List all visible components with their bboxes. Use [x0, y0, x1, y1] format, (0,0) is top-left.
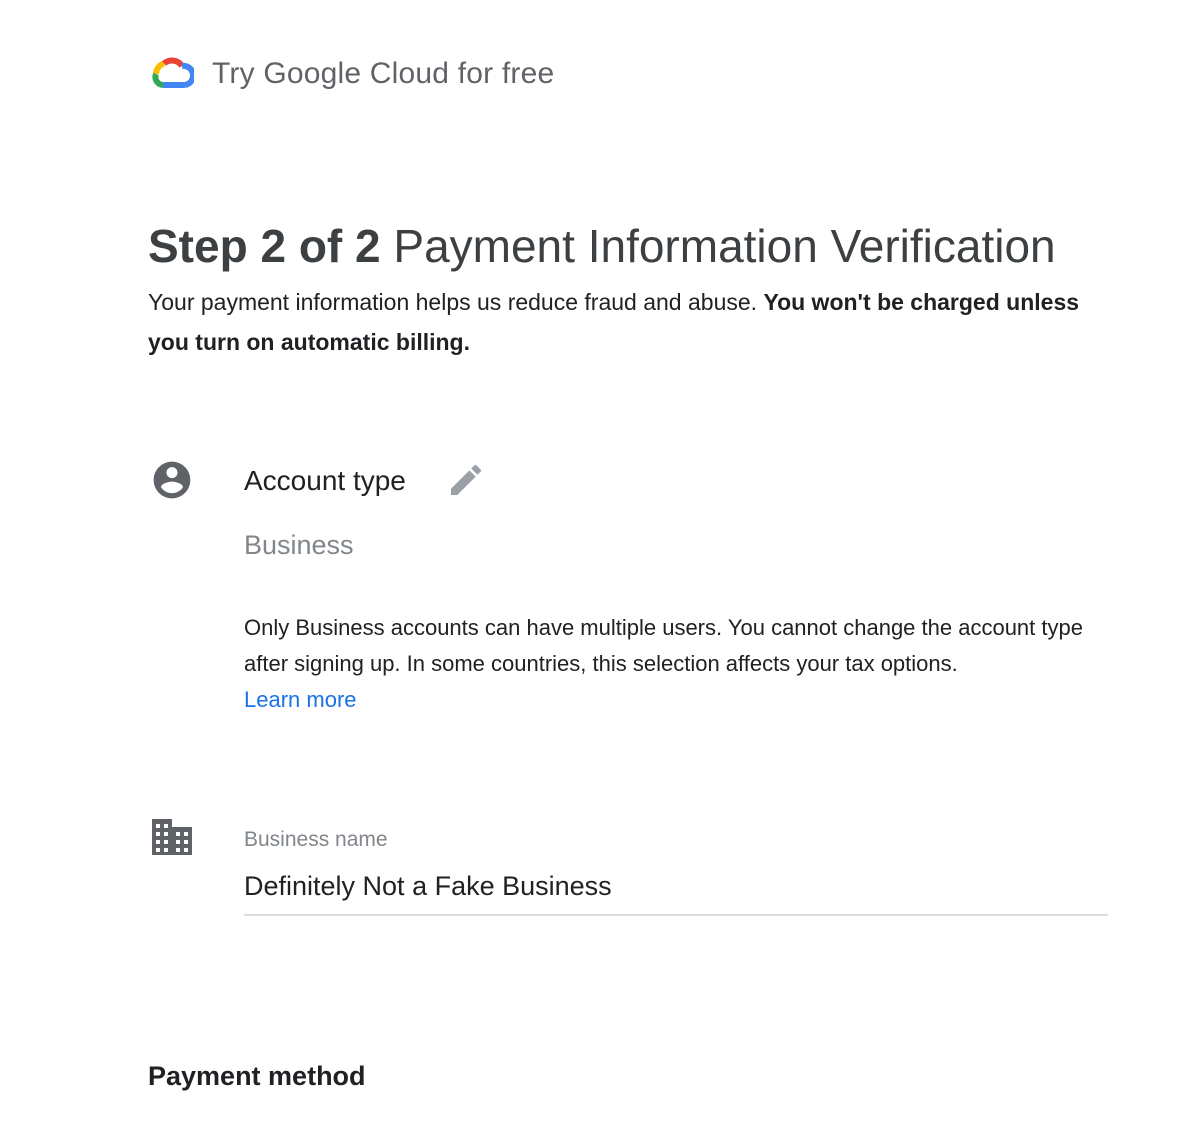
pencil-icon[interactable]: [446, 460, 486, 500]
google-cloud-logo-icon: [152, 57, 194, 88]
business-name-field: Business name: [244, 826, 1108, 916]
step-heading: Step 2 of 2 Payment Information Verifica…: [148, 218, 1056, 274]
building-icon: [152, 819, 192, 855]
payment-method-heading: Payment method: [148, 1061, 366, 1091]
account-type-description-text: Only Business accounts can have multiple…: [244, 615, 1083, 676]
signup-page: Try Google Cloud for free Step 2 of 2 Pa…: [0, 0, 1184, 1126]
account-type-title: Account type: [244, 465, 406, 496]
business-name-underline: [244, 914, 1108, 916]
page-header-title: Try Google Cloud for free: [212, 57, 555, 90]
page-header: Try Google Cloud for free: [148, 52, 554, 96]
account-type-description: Only Business accounts can have multiple…: [244, 610, 1124, 718]
intro-text: Your payment information helps us reduce…: [148, 282, 1108, 362]
account-type-value: Business: [244, 530, 354, 560]
business-name-input[interactable]: [244, 866, 1108, 906]
step-title: Payment Information Verification: [393, 220, 1056, 272]
account-circle-icon: [153, 461, 191, 499]
learn-more-link[interactable]: Learn more: [244, 682, 357, 718]
intro-text-plain: Your payment information helps us reduce…: [148, 289, 758, 315]
business-name-label: Business name: [244, 828, 388, 851]
step-label: Step 2 of 2: [148, 220, 381, 272]
